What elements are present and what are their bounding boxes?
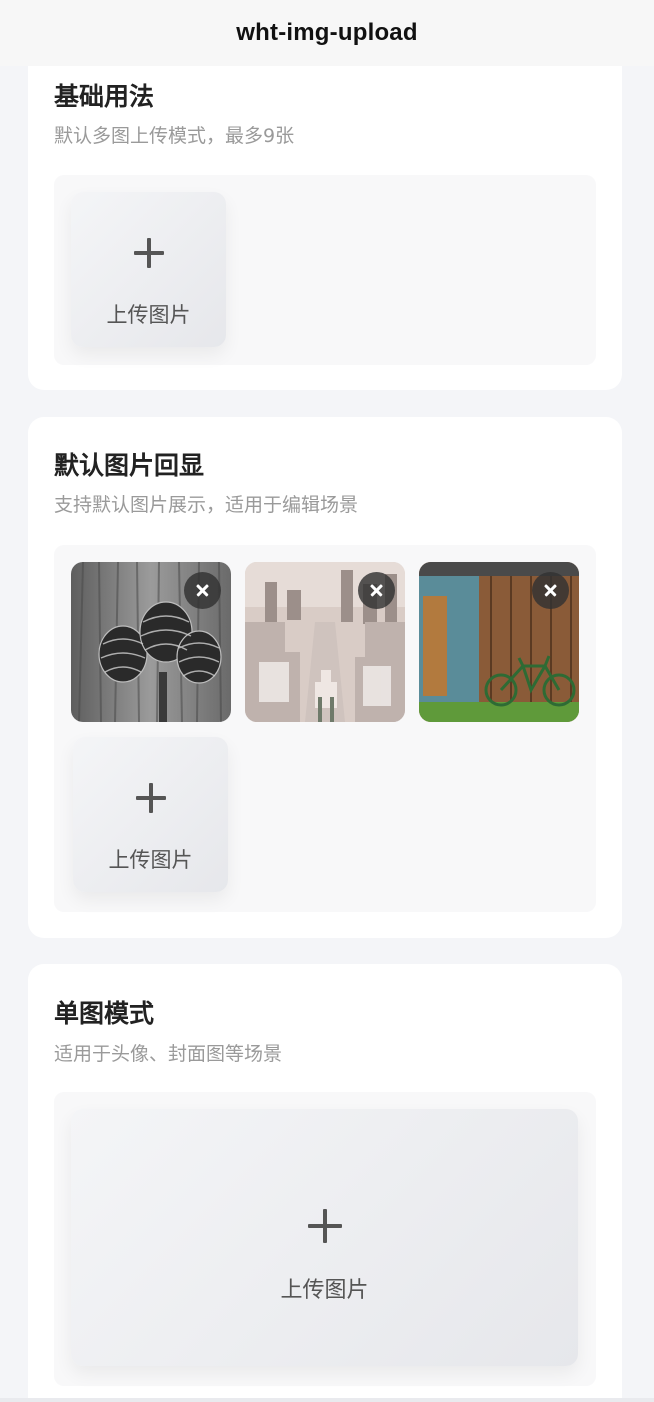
plus-icon [135, 783, 166, 813]
section-title: 单图模式 [54, 999, 155, 1028]
section-single-image: 单图模式 适用于头像、封面图等场景 上传图片 [28, 964, 622, 1402]
plus-icon [307, 1209, 342, 1243]
upload-image-button[interactable]: 上传图片 [71, 1109, 578, 1366]
section-title: 基础用法 [54, 82, 155, 111]
section-default-images: 默认图片回显 支持默认图片展示，适用于编辑场景 上传图片 [28, 417, 622, 938]
upload-label: 上传图片 [280, 1278, 369, 1303]
section-basic-usage: 基础用法 默认多图上传模式，最多9张 上传图片 [28, 40, 622, 390]
delete-image-button[interactable] [358, 572, 395, 609]
image-thumbnail-city[interactable] [245, 562, 405, 722]
app-screen: wht-img-upload 基础用法 默认多图上传模式，最多9张 上传图片 默… [0, 0, 654, 1402]
upload-label: 上传图片 [106, 303, 191, 327]
upload-image-button[interactable]: 上传图片 [73, 737, 228, 892]
section-description: 默认多图上传模式，最多9张 [54, 125, 295, 147]
upload-image-button[interactable]: 上传图片 [71, 192, 226, 347]
image-thumbnail-pinecones[interactable] [71, 562, 231, 722]
section-description: 支持默认图片展示，适用于编辑场景 [54, 494, 359, 516]
bottom-edge [0, 1398, 654, 1402]
section-description: 适用于头像、封面图等场景 [54, 1043, 283, 1065]
image-thumbnail-bicycle[interactable] [419, 562, 579, 722]
delete-image-button[interactable] [532, 572, 569, 609]
nav-title: wht-img-upload [236, 19, 418, 46]
nav-bar: wht-img-upload [0, 0, 654, 66]
upload-area: 上传图片 [54, 545, 596, 912]
delete-image-button[interactable] [184, 572, 221, 609]
plus-icon [133, 238, 164, 268]
upload-label: 上传图片 [108, 848, 193, 872]
upload-area: 上传图片 [54, 1092, 596, 1386]
section-title: 默认图片回显 [54, 451, 205, 480]
upload-area: 上传图片 [54, 175, 596, 365]
